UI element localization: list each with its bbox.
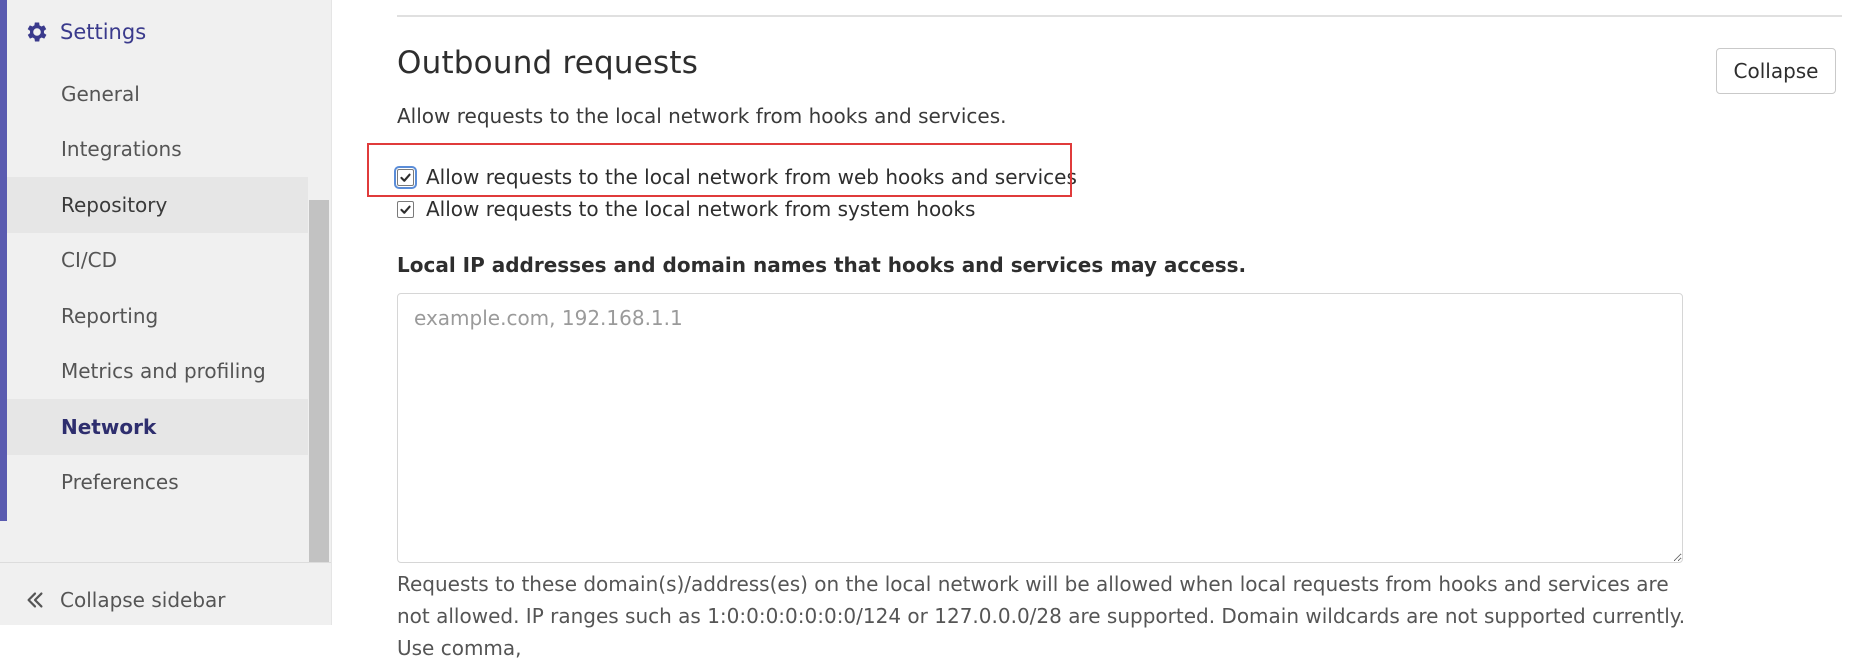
- sidebar-item-label: Reporting: [61, 303, 159, 328]
- checkmark-icon: [400, 173, 411, 182]
- sidebar-item-label: Repository: [61, 192, 168, 217]
- double-chevron-left-icon: [27, 592, 43, 608]
- sidebar-item-label: General: [61, 81, 140, 106]
- sidebar-item-label: Network: [61, 414, 157, 439]
- sidebar-item-metrics-and-profiling[interactable]: Metrics and profiling: [7, 344, 308, 400]
- section-title: Outbound requests: [397, 45, 699, 81]
- sidebar-item-label: Preferences: [61, 470, 179, 495]
- section-description: Allow requests to the local network from…: [397, 104, 1007, 128]
- sidebar-accent-bar: [0, 0, 7, 521]
- sidebar-scrollbar[interactable]: [309, 200, 329, 562]
- allow-system-hooks-checkbox[interactable]: [397, 200, 414, 218]
- sidebar-item-preferences[interactable]: Preferences: [7, 455, 308, 511]
- allow-system-hooks-option[interactable]: Allow requests to the local network from…: [397, 197, 975, 221]
- settings-sidebar: Settings General Integrations Repository…: [0, 0, 332, 625]
- sidebar-item-network[interactable]: Network: [7, 399, 308, 455]
- whitelist-label: Local IP addresses and domain names that…: [397, 253, 1247, 277]
- sidebar-item-label: Integrations: [61, 137, 182, 162]
- allow-web-hooks-checkbox[interactable]: [394, 165, 417, 189]
- sidebar-item-settings[interactable]: Settings: [24, 14, 146, 50]
- sidebar-item-reporting[interactable]: Reporting: [7, 288, 308, 344]
- allow-system-hooks-label: Allow requests to the local network from…: [426, 197, 976, 221]
- sidebar-divider: [0, 562, 331, 563]
- sidebar-header-label: Settings: [60, 20, 147, 44]
- section-divider: [397, 15, 1842, 17]
- allow-web-hooks-option[interactable]: Allow requests to the local network from…: [394, 165, 1077, 189]
- sidebar-sub-items: General Integrations Repository CI/CD Re…: [7, 66, 308, 510]
- collapse-sidebar-label: Collapse sidebar: [60, 588, 226, 612]
- gear-icon: [27, 22, 47, 42]
- whitelist-help-text: Requests to these domain(s)/address(es) …: [397, 572, 1686, 660]
- sidebar-item-label: CI/CD: [61, 248, 117, 273]
- collapse-section-button[interactable]: Collapse: [1716, 48, 1836, 94]
- sidebar-item-integrations[interactable]: Integrations: [7, 122, 308, 178]
- whitelist-textarea[interactable]: [397, 293, 1683, 563]
- checkmark-icon: [400, 205, 411, 214]
- sidebar-item-repository[interactable]: Repository: [7, 177, 308, 233]
- sidebar-item-label: Metrics and profiling: [61, 359, 266, 384]
- sidebar-item-general[interactable]: General: [7, 66, 308, 122]
- allow-web-hooks-label: Allow requests to the local network from…: [426, 165, 1077, 189]
- sidebar-item-ci-cd[interactable]: CI/CD: [7, 233, 308, 289]
- collapse-sidebar-button[interactable]: Collapse sidebar: [24, 582, 226, 618]
